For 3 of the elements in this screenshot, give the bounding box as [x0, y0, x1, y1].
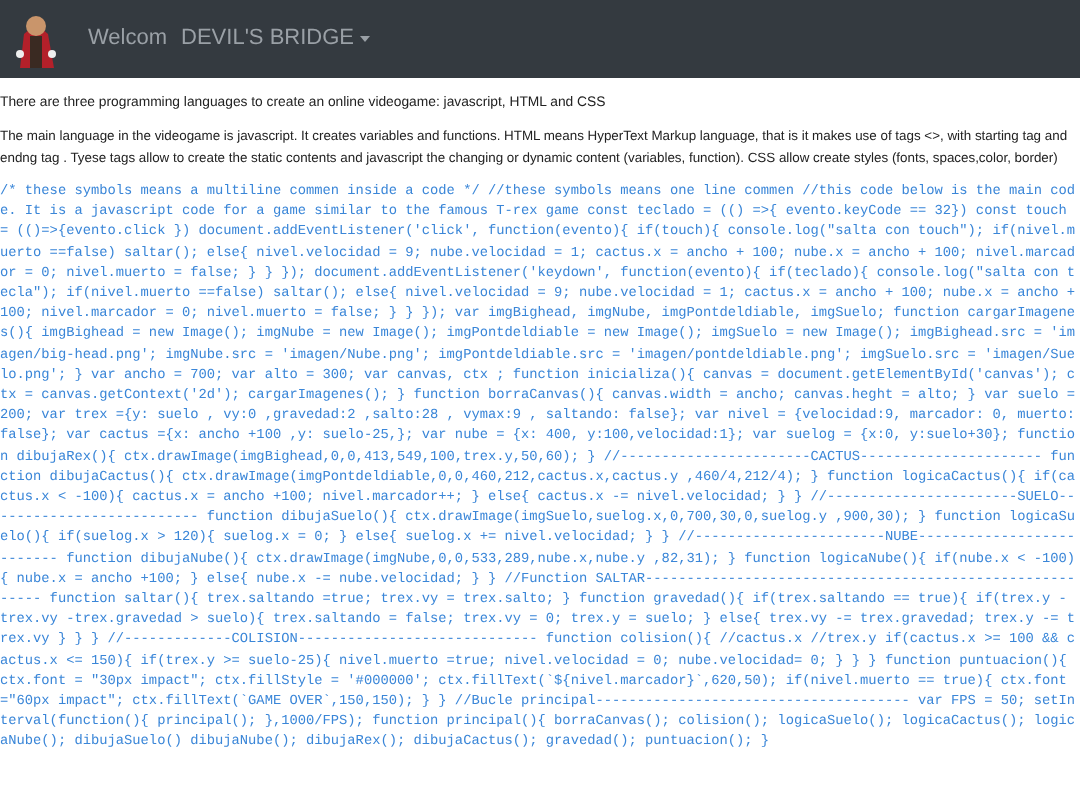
welcome-text: Welcom [88, 24, 168, 55]
caret-icon [360, 36, 370, 42]
user-menu[interactable]: DEVIL'S BRIDGE [181, 22, 370, 56]
